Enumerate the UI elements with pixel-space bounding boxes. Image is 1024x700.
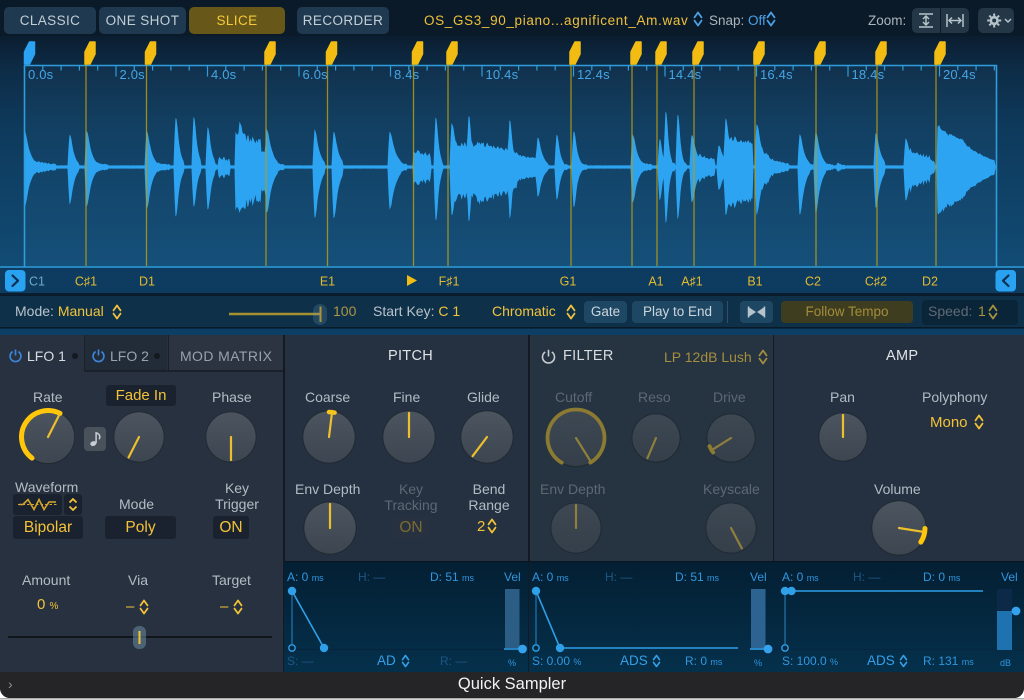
- svg-text:E1: E1: [320, 275, 335, 289]
- svg-text:D1: D1: [139, 275, 155, 289]
- svg-text:6.0s: 6.0s: [303, 67, 329, 82]
- svg-text:4.0s: 4.0s: [211, 67, 237, 82]
- svg-text:C2: C2: [805, 275, 821, 289]
- svg-text:2.0s: 2.0s: [120, 67, 146, 82]
- svg-text:0.0s: 0.0s: [28, 67, 54, 82]
- svg-text:C1: C1: [29, 275, 45, 289]
- svg-text:C♯1: C♯1: [75, 275, 97, 289]
- svg-text:A♯1: A♯1: [681, 275, 703, 289]
- svg-text:14.4s: 14.4s: [669, 67, 702, 82]
- svg-text:B1: B1: [747, 275, 762, 289]
- svg-text:G1: G1: [560, 275, 577, 289]
- svg-text:8.4s: 8.4s: [394, 67, 420, 82]
- svg-text:C♯2: C♯2: [865, 275, 887, 289]
- svg-text:A1: A1: [648, 275, 663, 289]
- svg-text:12.4s: 12.4s: [577, 67, 610, 82]
- svg-text:18.4s: 18.4s: [852, 67, 885, 82]
- svg-text:16.4s: 16.4s: [760, 67, 793, 82]
- svg-text:D2: D2: [922, 275, 938, 289]
- svg-text:20.4s: 20.4s: [943, 67, 976, 82]
- svg-text:10.4s: 10.4s: [486, 67, 519, 82]
- svg-text:F♯1: F♯1: [439, 275, 460, 289]
